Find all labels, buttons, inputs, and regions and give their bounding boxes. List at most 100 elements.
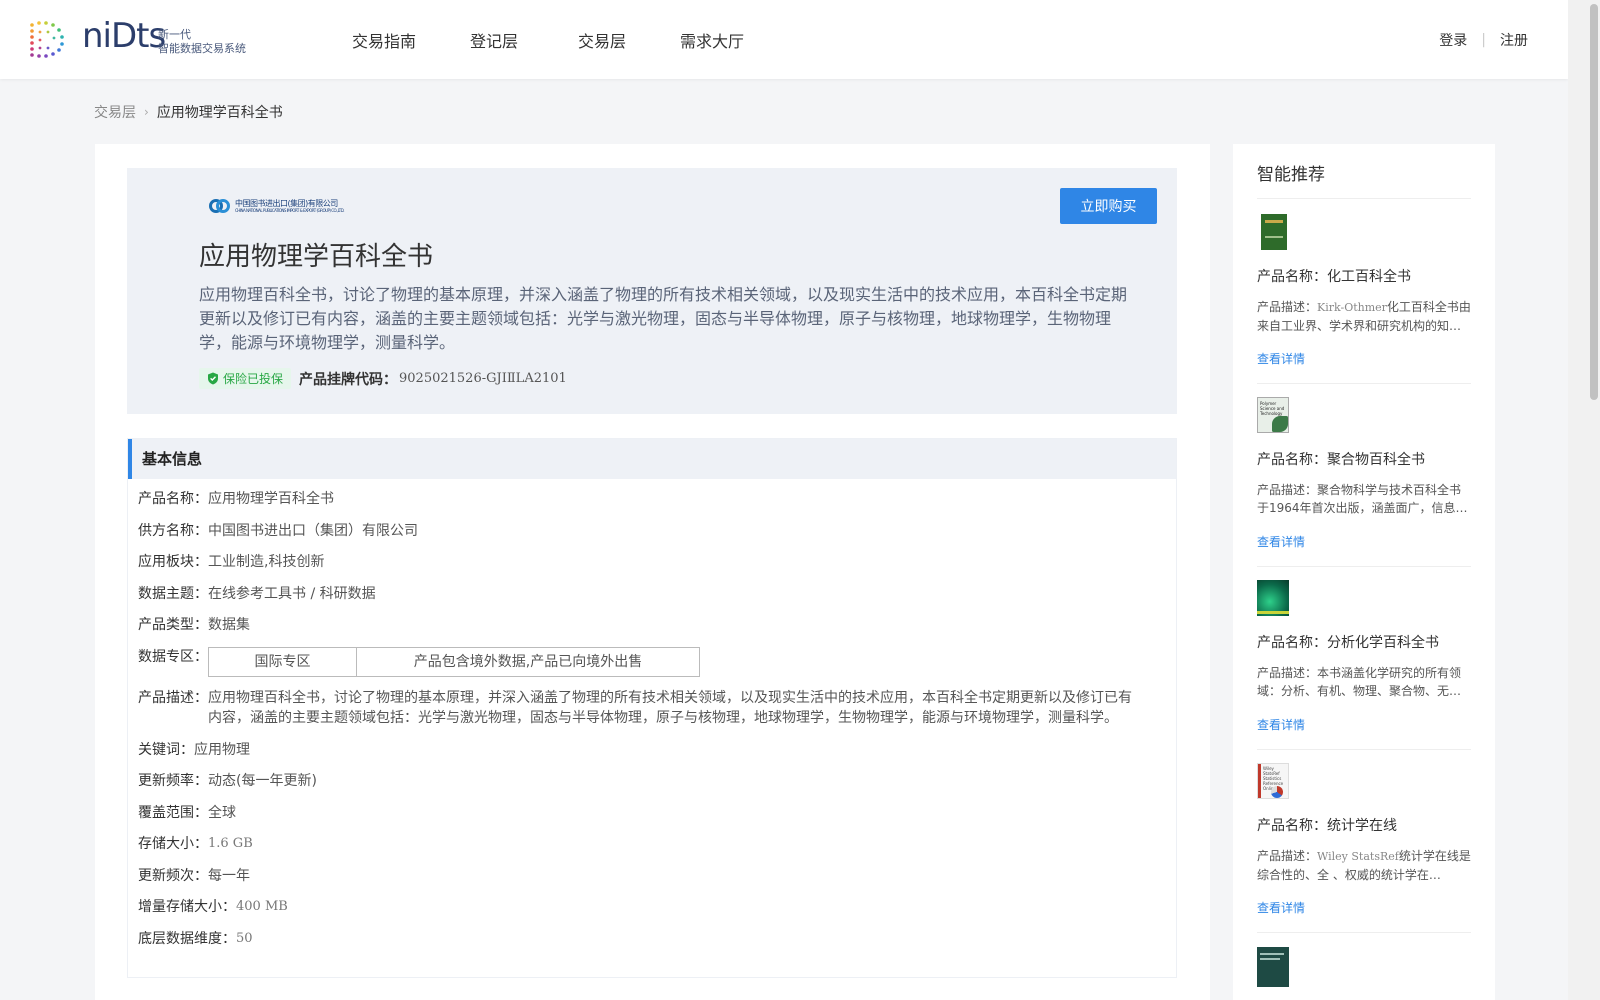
register-link[interactable]: 注册 bbox=[1500, 30, 1528, 50]
info-value: 400 MB bbox=[236, 899, 288, 914]
view-details-link[interactable]: 查看详情 bbox=[1257, 899, 1471, 916]
info-row-keyword: 关键词： 应用物理 bbox=[138, 740, 1176, 760]
shield-check-icon bbox=[208, 372, 218, 385]
buy-now-button[interactable]: 立即购买 bbox=[1060, 188, 1157, 224]
basic-info-rows: 产品名称： 应用物理学百科全书 供方名称： 中国图书进出口（集团）有限公司 应用… bbox=[128, 479, 1176, 949]
logo-subtitle-line1: 新一代 bbox=[158, 28, 191, 41]
info-label: 应用板块： bbox=[138, 554, 208, 570]
desc-prefix: 产品描述： bbox=[1257, 483, 1318, 497]
info-row-frequency: 更新频率： 动态(每一年更新) bbox=[138, 771, 1176, 791]
desc-prefix: 产品描述： bbox=[1257, 300, 1318, 314]
recommendation-desc: 产品描述：Kirk-Othmer化工百科全书由来自工业界、学术界和研究机构的知… bbox=[1257, 298, 1471, 334]
recommendation-name: 产品名称：聚合物百科全书 bbox=[1257, 449, 1471, 469]
polymer-book-cover-icon[interactable]: Polymer Science and Technology bbox=[1257, 397, 1289, 433]
site-logo[interactable]: niDts 新一代 智能数据交易系统 bbox=[28, 16, 268, 60]
info-row-sector: 应用板块： 工业制造,科技创新 bbox=[138, 552, 1176, 572]
teal-book-cover-icon[interactable] bbox=[1257, 580, 1289, 616]
recommendation-divider bbox=[1257, 383, 1471, 384]
auth-separator: | bbox=[1481, 32, 1486, 48]
login-link[interactable]: 登录 bbox=[1439, 30, 1467, 50]
view-details-link[interactable]: 查看详情 bbox=[1257, 533, 1471, 550]
listing-code-label: 产品挂牌代码： bbox=[299, 371, 398, 388]
publisher-logo: 中国图书进出口(集团)有限公司 CHINA NATIONAL PUBLICATI… bbox=[209, 196, 349, 216]
publisher-logo-text-cn: 中国图书进出口(集团)有限公司 bbox=[235, 199, 338, 208]
sidebar-divider bbox=[1257, 198, 1471, 199]
desc-prefix: 产品描述： bbox=[1257, 849, 1318, 863]
info-row-dimension: 底层数据维度： 50 bbox=[138, 929, 1176, 949]
info-label: 更新频率： bbox=[138, 773, 208, 789]
info-row-supplier: 供方名称： 中国图书进出口（集团）有限公司 bbox=[138, 521, 1176, 541]
nav-trading-layer[interactable]: 交易层 bbox=[578, 28, 626, 52]
product-title: 应用物理学百科全书 bbox=[199, 242, 434, 272]
info-label: 数据主题： bbox=[138, 585, 208, 602]
name-value: 分析化学百科全书 bbox=[1327, 635, 1439, 651]
info-row-description: 产品描述： 应用物理百科全书，讨论了物理的基本原理，并深入涵盖了物理的所有技术相… bbox=[138, 688, 1176, 728]
info-value: 应用物理百科全书，讨论了物理的基本原理，并深入涵盖了物理的所有技术相关领域，以及… bbox=[208, 690, 1132, 726]
recommendation-divider bbox=[1257, 749, 1471, 750]
desc-latin: Wiley StatsRef bbox=[1317, 850, 1399, 863]
info-label: 增量存储大小： bbox=[138, 899, 236, 915]
info-value: 全球 bbox=[208, 804, 236, 821]
recommendation-desc: 产品描述：聚合物科学与技术百科全书于1964年首次出版，涵盖面广，信息… bbox=[1257, 481, 1471, 517]
chevron-right-icon: › bbox=[144, 105, 149, 119]
view-details-link[interactable]: 查看详情 bbox=[1257, 716, 1471, 733]
statsref-book-cover-icon[interactable]: Wiley StatsRef Statistics Reference Onli… bbox=[1257, 763, 1289, 799]
data-zone-cell: 国际专区 bbox=[209, 647, 357, 676]
info-value: 应用物理学百科全书 bbox=[208, 491, 334, 507]
top-header: niDts 新一代 智能数据交易系统 交易指南 登记层 交易层 需求大厅 登录 … bbox=[0, 0, 1568, 79]
nav-demand-hall[interactable]: 需求大厅 bbox=[680, 28, 744, 52]
name-prefix: 产品名称： bbox=[1257, 269, 1327, 285]
info-row-increment: 增量存储大小： 400 MB bbox=[138, 897, 1176, 917]
data-zone-cell: 产品包含境外数据,产品已向境外出售 bbox=[413, 653, 643, 670]
info-row-coverage: 覆盖范围： 全球 bbox=[138, 803, 1176, 823]
insurance-badge: 保险已投保 bbox=[199, 368, 292, 389]
recommendation-divider bbox=[1257, 566, 1471, 567]
logo-wordmark: niDts bbox=[82, 16, 166, 56]
data-zone-table: 国际专区 产品包含境外数据,产品已向境外出售 bbox=[208, 646, 700, 677]
info-label: 产品类型： bbox=[138, 617, 208, 633]
breadcrumb: 交易层 › 应用物理学百科全书 bbox=[94, 102, 283, 122]
auth-links: 登录 | 注册 bbox=[1439, 30, 1528, 50]
breadcrumb-parent-link[interactable]: 交易层 bbox=[94, 102, 136, 122]
green-book-cover-icon[interactable] bbox=[1261, 214, 1287, 250]
logo-dotted-d-icon bbox=[30, 21, 64, 58]
recommendation-desc: 产品描述：本书涵盖化学研究的所有领域：分析、有机、物理、聚合物、无… bbox=[1257, 664, 1471, 700]
nav-trading-guide[interactable]: 交易指南 bbox=[352, 28, 416, 52]
main-nav: 交易指南 登记层 交易层 需求大厅 bbox=[352, 28, 798, 52]
recommendation-name: 产品名称：分析化学百科全书 bbox=[1257, 632, 1471, 652]
view-details-link[interactable]: 查看详情 bbox=[1257, 350, 1471, 367]
name-prefix: 产品名称： bbox=[1257, 818, 1327, 834]
info-row-theme: 数据主题： 在线参考工具书 / 科研数据 bbox=[138, 584, 1176, 604]
info-label: 数据专区： bbox=[138, 648, 208, 665]
info-row-update-count: 更新频次： 每一年 bbox=[138, 866, 1176, 886]
publisher-logo-text-en: CHINA NATIONAL PUBLICATIONS IMPORT & EXP… bbox=[235, 208, 345, 213]
name-value: 化工百科全书 bbox=[1327, 269, 1411, 285]
info-value: 50 bbox=[236, 930, 253, 946]
dark-book-cover-icon[interactable] bbox=[1257, 947, 1289, 987]
name-prefix: 产品名称： bbox=[1257, 452, 1327, 468]
nav-registration-layer[interactable]: 登记层 bbox=[470, 28, 518, 52]
info-row-product-name: 产品名称： 应用物理学百科全书 bbox=[138, 489, 1176, 509]
recommendation-name: 产品名称：化工百科全书 bbox=[1257, 266, 1471, 286]
logo-subtitle: 新一代 智能数据交易系统 bbox=[158, 28, 246, 56]
info-value: 动态(每一年更新) bbox=[208, 773, 317, 789]
sidebar-title: 智能推荐 bbox=[1257, 165, 1325, 185]
publisher-logo-icon bbox=[209, 197, 231, 215]
info-row-storage: 存储大小： 1.6 GB bbox=[138, 834, 1176, 854]
product-detail-card: 中国图书进出口(集团)有限公司 CHINA NATIONAL PUBLICATI… bbox=[95, 144, 1210, 1000]
info-label: 产品描述： bbox=[138, 690, 208, 706]
name-prefix: 产品名称： bbox=[1257, 635, 1327, 651]
info-label: 供方名称： bbox=[138, 522, 208, 539]
recommendation-divider bbox=[1257, 932, 1471, 933]
product-summary: 应用物理百科全书，讨论了物理的基本原理，并深入涵盖了物理的所有技术相关领域，以及… bbox=[199, 285, 1128, 352]
listing-code-value: 9025021526-GJIⅡLA2101 bbox=[399, 371, 567, 386]
info-label: 存储大小： bbox=[138, 836, 208, 852]
info-row-zone: 数据专区： 国际专区 产品包含境外数据,产品已向境外出售 bbox=[138, 646, 1176, 677]
polymer-cover-text: Polymer Science and Technology bbox=[1260, 401, 1285, 416]
page-scrollbar-thumb[interactable] bbox=[1590, 4, 1598, 400]
logo-subtitle-line2: 智能数据交易系统 bbox=[158, 42, 246, 55]
info-value: 数据集 bbox=[208, 617, 250, 633]
info-label: 更新频次： bbox=[138, 867, 208, 884]
recommendation-item: Wiley StatsRef Statistics Reference Onli… bbox=[1257, 763, 1471, 933]
recommendation-sidebar: 智能推荐 产品名称：化工百科全书 产品描述：Kirk-Othmer化工百科全书由… bbox=[1233, 144, 1495, 1000]
